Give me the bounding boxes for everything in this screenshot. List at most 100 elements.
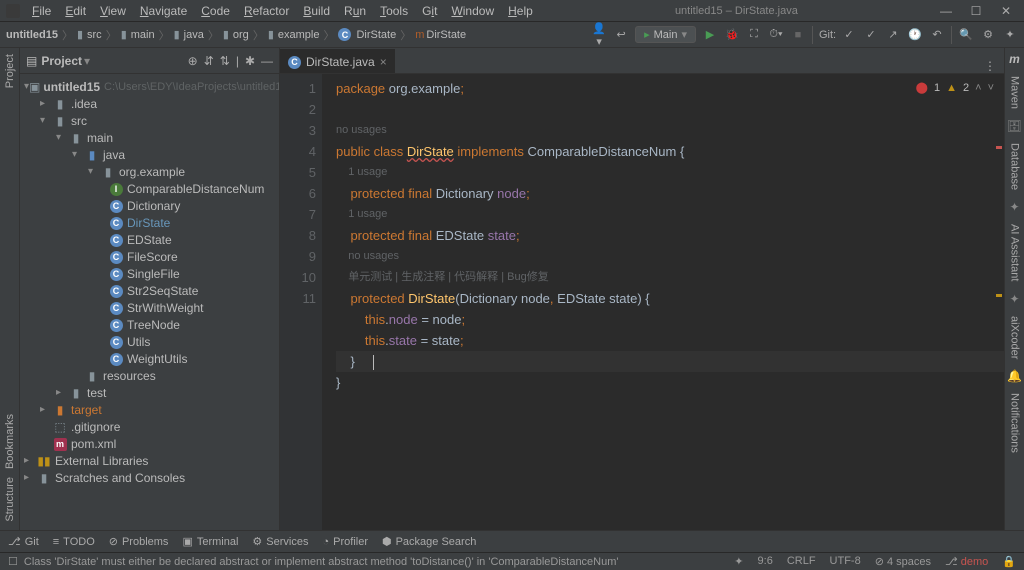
tree-item[interactable]: ▾▮main [20, 129, 279, 146]
tree-item[interactable]: CStrWithWeight [20, 299, 279, 316]
tool-services[interactable]: ⚙Services [252, 535, 308, 548]
tree-item[interactable]: ⬚.gitignore [20, 418, 279, 435]
tool-project[interactable]: Project [4, 54, 16, 88]
select-opened-icon[interactable]: ⊕ [188, 54, 198, 68]
code-editor[interactable]: package org.example; no usages public cl… [322, 74, 1004, 530]
coverage-button[interactable]: ⛶ [746, 28, 762, 41]
git-history-icon[interactable]: 🕐 [907, 28, 923, 41]
tree-item[interactable]: CSingleFile [20, 265, 279, 282]
git-commit-icon[interactable]: ✓ [863, 28, 879, 41]
tool-profiler[interactable]: ◔Profiler [322, 536, 368, 548]
breadcrumb-item[interactable]: src [87, 29, 102, 41]
expand-icon[interactable]: ⇵ [204, 54, 214, 68]
breadcrumb-item[interactable]: DirState [426, 29, 466, 41]
search-icon[interactable]: 🔍 [958, 28, 974, 41]
run-button[interactable]: ▶ [702, 28, 718, 41]
project-tree[interactable]: ▾▣untitled15C:\Users\EDY\IdeaProjects\un… [20, 74, 279, 530]
menu-file[interactable]: File [26, 2, 57, 20]
breadcrumb-item[interactable]: untitled15 [6, 29, 58, 41]
menu-edit[interactable]: Edit [59, 2, 92, 20]
git-push-icon[interactable]: ↗ [885, 28, 901, 41]
tree-item[interactable]: CDictionary [20, 197, 279, 214]
editor-tab-active[interactable]: C DirState.java × [280, 49, 395, 73]
ai-icon[interactable]: ✦ [1009, 200, 1019, 214]
tree-item[interactable]: CTreeNode [20, 316, 279, 333]
ai-icon[interactable]: ✦ [1002, 28, 1018, 41]
git-rollback-icon[interactable]: ↶ [929, 28, 945, 41]
database-icon[interactable]: 🗄 [1007, 119, 1022, 133]
menu-window[interactable]: Window [445, 2, 500, 20]
tree-item[interactable]: ▮resources [20, 367, 279, 384]
menu-build[interactable]: Build [297, 2, 336, 20]
m-icon[interactable]: m [1009, 52, 1020, 66]
tree-item[interactable]: ▾▮java [20, 146, 279, 163]
gutter[interactable]: 12 34 5 67 8910 11 [280, 74, 322, 530]
menu-run[interactable]: Run [338, 2, 372, 20]
breadcrumb-item[interactable]: java [184, 29, 204, 41]
tree-item[interactable]: CWeightUtils [20, 350, 279, 367]
user-icon[interactable]: 👤▾ [591, 22, 607, 48]
status-line-ending[interactable]: CRLF [787, 555, 816, 568]
tree-item[interactable]: CStr2SeqState [20, 282, 279, 299]
bell-icon[interactable]: 🔔 [1007, 369, 1022, 383]
debug-button[interactable]: 🐞 [724, 28, 740, 41]
menu-git[interactable]: Git [416, 2, 443, 20]
menu-view[interactable]: View [94, 2, 132, 20]
tool-maven[interactable]: Maven [1009, 76, 1021, 109]
settings-icon[interactable]: ✱ [245, 54, 255, 68]
minimize-button[interactable]: — [934, 4, 958, 18]
run-config-selector[interactable]: ▸ Main ▾ [635, 26, 696, 43]
inspection-widget[interactable]: ⬤1 ▲2 ˄ ˅ [916, 78, 994, 99]
tool-bookmarks[interactable]: Bookmarks [4, 414, 16, 469]
tool-notifications[interactable]: Notifications [1009, 393, 1021, 453]
status-indent[interactable]: ⊘ 4 spaces [875, 555, 931, 568]
chevron-down-icon[interactable]: ▾ [84, 54, 90, 68]
menu-navigate[interactable]: Navigate [134, 2, 193, 20]
tree-item-excluded[interactable]: ▸▮target [20, 401, 279, 418]
tree-root[interactable]: ▾▣untitled15C:\Users\EDY\IdeaProjects\un… [20, 78, 279, 95]
tree-item[interactable]: CFileScore [20, 248, 279, 265]
status-branch[interactable]: ⎇ demo [945, 555, 988, 568]
git-update-icon[interactable]: ✓ [841, 28, 857, 41]
settings-icon[interactable]: ⚙ [980, 28, 996, 41]
tree-item[interactable]: ▾▮org.example [20, 163, 279, 180]
tree-item[interactable]: CUtils [20, 333, 279, 350]
tool-packagesearch[interactable]: ⬢Package Search [382, 535, 476, 548]
tree-item[interactable]: mpom.xml [20, 435, 279, 452]
status-ai[interactable]: ✦ [734, 555, 743, 568]
tree-scratches[interactable]: ▸▮Scratches and Consoles [20, 469, 279, 486]
tree-ext-lib[interactable]: ▸▮▮External Libraries [20, 452, 279, 469]
chevron-up-icon[interactable]: ˄ [975, 78, 981, 99]
status-encoding[interactable]: UTF-8 [830, 555, 861, 568]
breadcrumb-item[interactable]: example [278, 29, 320, 41]
lock-icon[interactable]: 🔒 [1002, 555, 1016, 568]
menu-help[interactable]: Help [502, 2, 539, 20]
back-icon[interactable]: ↩ [613, 28, 629, 41]
close-tab-icon[interactable]: × [380, 55, 387, 69]
breadcrumb-item[interactable]: DirState [356, 29, 396, 41]
stop-button[interactable]: ■ [790, 29, 806, 41]
breadcrumb-item[interactable]: org [233, 29, 249, 41]
status-position[interactable]: 9:6 [758, 555, 773, 568]
tree-item[interactable]: CEDState [20, 231, 279, 248]
tool-aixcoder[interactable]: aiXcoder [1009, 316, 1021, 359]
profile-button[interactable]: ⏱▾ [768, 28, 784, 41]
aix-icon[interactable]: ✦ [1009, 292, 1019, 306]
tree-item[interactable]: ▾▮src [20, 112, 279, 129]
tree-item[interactable]: IComparableDistanceNum [20, 180, 279, 197]
hide-icon[interactable]: — [261, 54, 273, 68]
maximize-button[interactable]: ☐ [964, 4, 988, 18]
collapse-icon[interactable]: ⇅ [220, 54, 230, 68]
tree-item[interactable]: ▸▮test [20, 384, 279, 401]
menu-code[interactable]: Code [195, 2, 236, 20]
tool-git[interactable]: ⎇Git [8, 535, 39, 548]
menu-tools[interactable]: Tools [374, 2, 414, 20]
breadcrumb-item[interactable]: main [131, 29, 155, 41]
tool-problems[interactable]: ⊘Problems [109, 535, 169, 548]
tabs-more-icon[interactable]: ⋮ [976, 59, 1004, 73]
tool-ai[interactable]: AI Assistant [1009, 224, 1021, 281]
status-icon[interactable]: ☐ [8, 555, 18, 568]
menu-refactor[interactable]: Refactor [238, 2, 295, 20]
tool-terminal[interactable]: ▣Terminal [182, 535, 238, 548]
close-button[interactable]: ✕ [994, 4, 1018, 18]
